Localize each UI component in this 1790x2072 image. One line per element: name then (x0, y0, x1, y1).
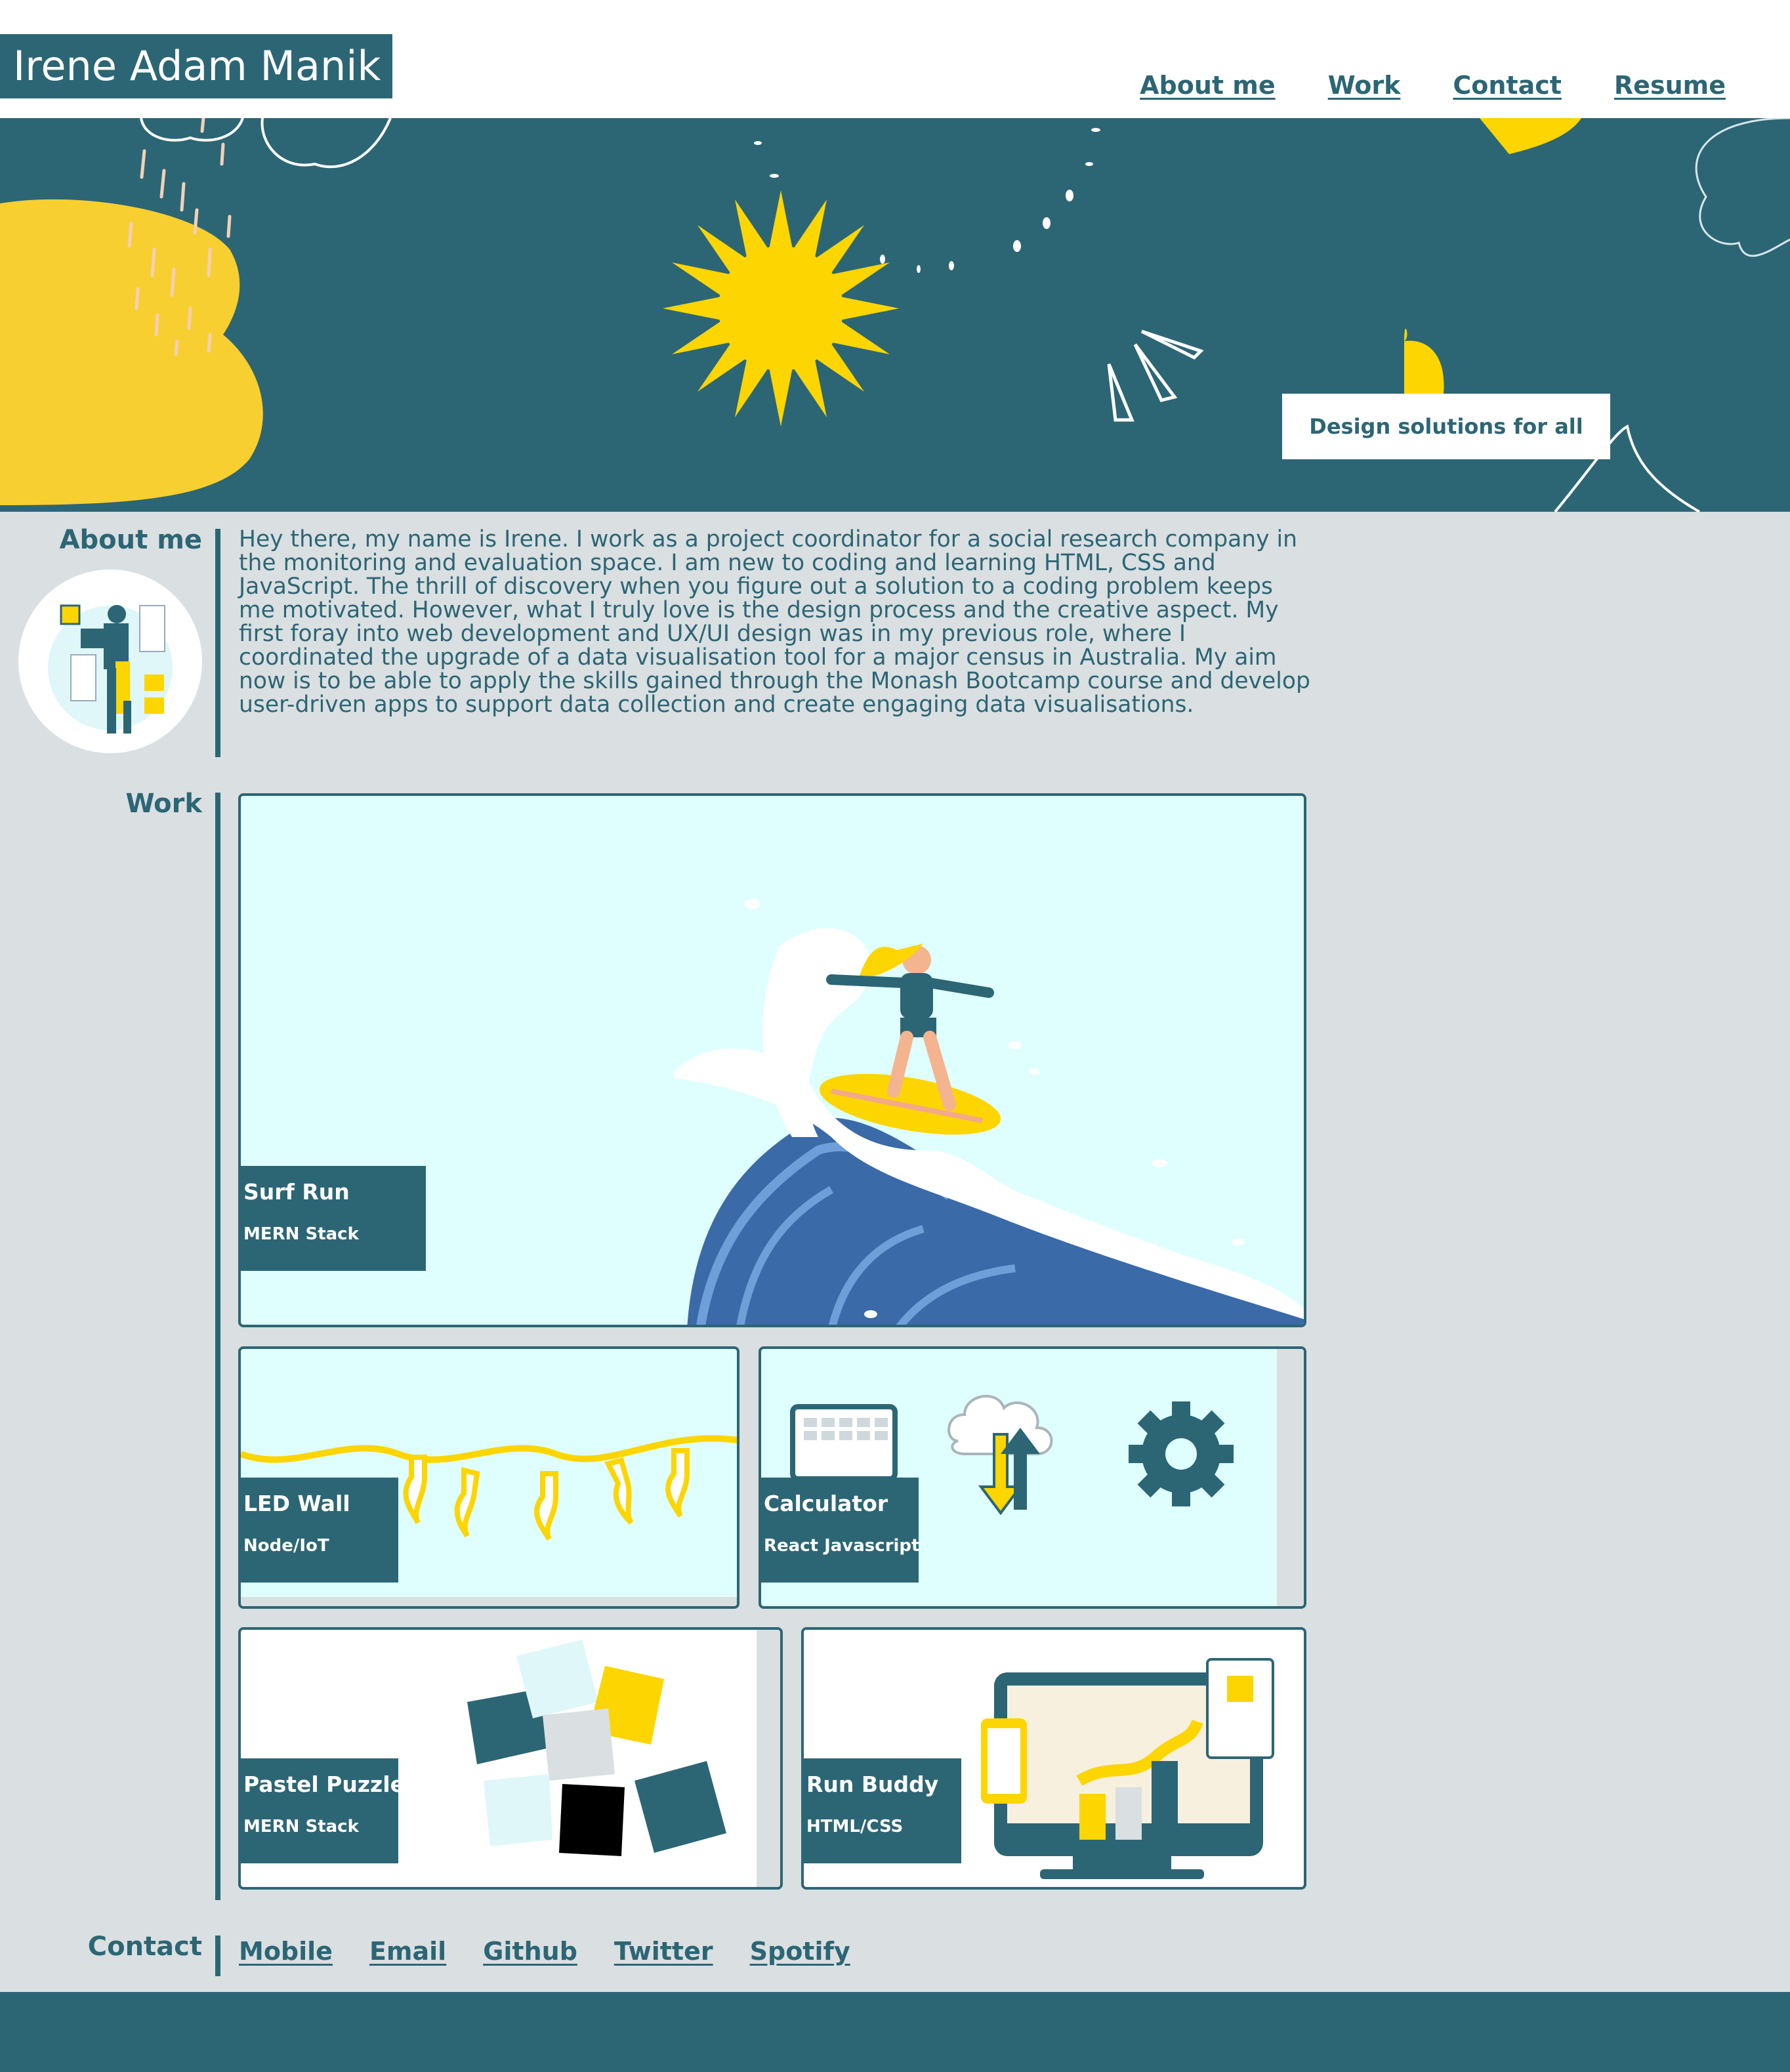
project-stack: Node/IoT (243, 1536, 329, 1556)
project-card-surf-run[interactable]: Surf Run MERN Stack (238, 793, 1306, 1327)
project-caption: Pastel Puzzles MERN Stack (241, 1758, 418, 1863)
nav-link-work[interactable]: Work (1328, 71, 1401, 100)
project-title: LED Wall (243, 1491, 350, 1516)
nav-link-contact[interactable]: Contact (1453, 71, 1562, 100)
contact-link-github[interactable]: Github (483, 1937, 577, 1966)
project-card-pastel-puzzles[interactable]: Pastel Puzzles MERN Stack (238, 1627, 783, 1890)
contact-link-email[interactable]: Email (369, 1937, 446, 1966)
contact-heading: Contact (87, 1932, 202, 1962)
project-card-run-buddy[interactable]: Run Buddy HTML/CSS (801, 1627, 1306, 1890)
site-footer (0, 1992, 1790, 2072)
about-heading: About me (59, 525, 202, 555)
hero-banner: Design solutions for all (0, 118, 1790, 512)
contact-divider (215, 1936, 220, 1976)
main-nav: About me Work Contact Resume (1140, 71, 1726, 100)
project-title: Pastel Puzzles (243, 1772, 418, 1797)
avatar (18, 570, 202, 753)
site-header: Irene Adam Manik About me Work Contact R… (0, 0, 1790, 118)
work-divider (215, 793, 220, 1900)
contact-link-spotify[interactable]: Spotify (750, 1937, 850, 1966)
project-caption: Run Buddy HTML/CSS (804, 1758, 961, 1863)
contact-link-mobile[interactable]: Mobile (239, 1937, 333, 1966)
nav-link-about[interactable]: About me (1140, 71, 1276, 100)
project-card-calculator[interactable]: Calculator React Javascript (759, 1346, 1306, 1609)
nav-link-resume[interactable]: Resume (1614, 71, 1726, 100)
work-heading: Work (125, 789, 202, 819)
project-stack: MERN Stack (243, 1224, 359, 1244)
project-title: Surf Run (243, 1179, 350, 1205)
project-caption: Calculator React Javascript (761, 1478, 919, 1583)
site-logo[interactable]: Irene Adam Manik (0, 34, 392, 98)
project-stack: React Javascript (764, 1536, 920, 1556)
project-card-led-wall[interactable]: LED Wall Node/IoT (238, 1346, 739, 1609)
project-caption: Surf Run MERN Stack (241, 1166, 426, 1271)
project-stack: HTML/CSS (806, 1817, 904, 1836)
contact-link-twitter[interactable]: Twitter (614, 1937, 713, 1966)
project-stack: MERN Stack (243, 1817, 359, 1836)
hero-tagline: Design solutions for all (1282, 394, 1610, 459)
about-divider (215, 529, 220, 757)
project-title: Calculator (764, 1491, 888, 1516)
project-caption: LED Wall Node/IoT (241, 1478, 398, 1583)
about-paragraph: Hey there, my name is Irene. I work as a… (239, 526, 1310, 718)
contact-links: Mobile Email Github Twitter Spotify (239, 1937, 850, 1966)
project-title: Run Buddy (806, 1772, 939, 1797)
